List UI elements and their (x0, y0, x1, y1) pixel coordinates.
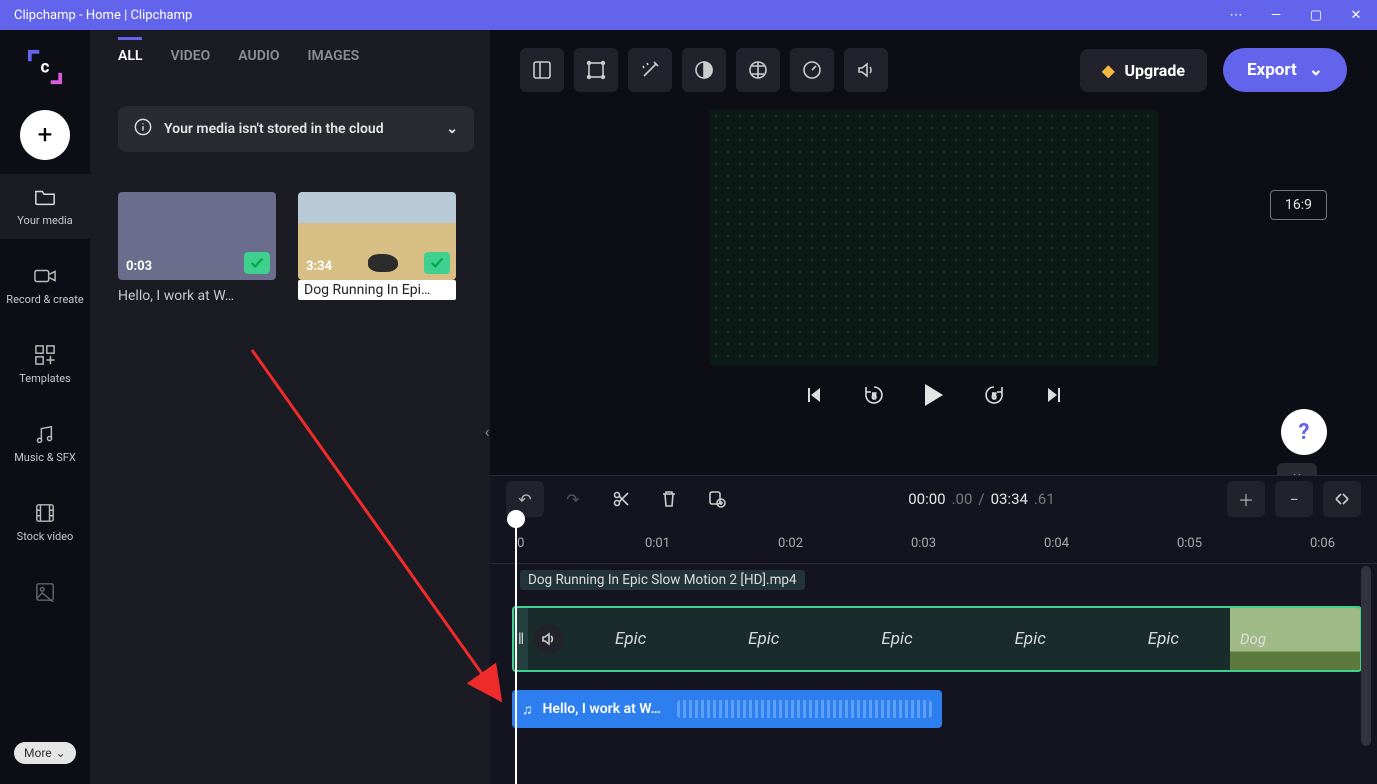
rail-label: Templates (19, 372, 70, 385)
timeline-ruler[interactable]: 0 0:01 0:02 0:03 0:04 0:05 0:06 (490, 522, 1377, 564)
chevron-down-icon: ⌄ (446, 121, 458, 137)
clip-title: Dog Running In Epic Slow Motion 2 [HD].m… (520, 570, 805, 590)
audio-waveform (677, 700, 932, 718)
svg-text:5: 5 (871, 392, 876, 401)
upgrade-button[interactable]: ◆ Upgrade (1080, 49, 1207, 92)
check-icon (424, 252, 450, 274)
window-title: Clipchamp - Home | Clipchamp (14, 8, 192, 23)
tab-images[interactable]: IMAGES (308, 48, 360, 74)
more-label: More (24, 746, 52, 760)
image-icon (34, 581, 56, 603)
tab-all[interactable]: ALL (118, 37, 142, 74)
export-label: Export (1247, 60, 1297, 80)
audio-clip-label: Hello, I work at W… (543, 701, 661, 717)
playhead[interactable] (515, 516, 517, 784)
svg-text:c: c (41, 58, 50, 78)
diamond-icon: ◆ (1102, 61, 1114, 80)
aspect-ratio-button[interactable]: 16:9 (1270, 190, 1327, 220)
zoom-out-button[interactable]: − (1275, 481, 1313, 517)
info-icon (134, 118, 152, 140)
skip-start-button[interactable] (801, 382, 827, 408)
clip-body: EpicEpicEpicEpicEpic (564, 629, 1230, 649)
close-icon[interactable]: ✕ (1349, 8, 1363, 22)
rail-label: Your media (17, 214, 72, 227)
add-button[interactable]: + (20, 110, 70, 160)
rail-record[interactable]: Record & create (0, 253, 90, 318)
plus-icon: + (38, 120, 53, 150)
media-duration: 3:34 (306, 259, 332, 274)
media-label: Hello, I work at W… (118, 280, 276, 304)
tab-audio[interactable]: AUDIO (238, 48, 279, 74)
volume-tool[interactable] (844, 48, 888, 92)
music-note-icon: ♫ (522, 701, 533, 718)
media-duration: 0:03 (126, 259, 152, 274)
speed-tool[interactable] (790, 48, 834, 92)
film-icon (34, 502, 56, 524)
clip-mute-button[interactable] (534, 624, 564, 654)
check-icon (244, 252, 270, 274)
minimize-icon[interactable]: — (1269, 8, 1283, 22)
split-button[interactable] (602, 481, 640, 517)
rail-your-media[interactable]: Your media (0, 174, 90, 239)
camera-icon (34, 265, 56, 287)
forward-5-button[interactable]: 5 (981, 382, 1007, 408)
filters-tool[interactable] (736, 48, 780, 92)
media-label: Dog Running In Epi… (298, 280, 456, 300)
brand-logo: c (26, 48, 64, 86)
titlebar: Clipchamp - Home | Clipchamp ⋯ — ▢ ✕ (0, 0, 1377, 30)
media-item[interactable]: 3:34 Dog Running In Epi… (298, 192, 456, 304)
export-button[interactable]: Export ⌄ (1223, 48, 1347, 92)
folder-icon (34, 186, 56, 208)
help-button[interactable]: ? (1281, 409, 1327, 455)
left-rail: c + Your media Record & create Templates… (0, 30, 90, 784)
magic-tool[interactable] (628, 48, 672, 92)
svg-text:5: 5 (991, 392, 996, 401)
more-button[interactable]: More ⌄ (14, 742, 76, 764)
redo-button[interactable]: ↷ (554, 481, 592, 517)
rail-extra[interactable] (0, 569, 90, 615)
music-icon (34, 423, 56, 445)
duplicate-button[interactable] (698, 481, 736, 517)
rail-stock[interactable]: Stock video (0, 490, 90, 555)
audio-clip[interactable]: ♫ Hello, I work at W… (512, 690, 942, 728)
rail-label: Music & SFX (14, 451, 76, 464)
timeline-timecode: 00:00.00 / 03:34.61 (908, 490, 1055, 508)
question-icon: ? (1299, 420, 1310, 445)
play-button[interactable] (921, 382, 947, 408)
media-thumbnail: 3:34 (298, 192, 456, 280)
media-thumbnail: 0:03 (118, 192, 276, 280)
zoom-in-button[interactable]: ＋ (1227, 481, 1265, 517)
rail-templates[interactable]: Templates (0, 332, 90, 397)
video-preview[interactable] (710, 110, 1158, 366)
fit-button[interactable] (1323, 481, 1361, 517)
media-panel: ALL VIDEO AUDIO IMAGES Your media isn't … (90, 30, 490, 784)
cloud-info-bar[interactable]: Your media isn't stored in the cloud ⌄ (118, 106, 474, 152)
layout-tool[interactable] (520, 48, 564, 92)
timeline: ↶ ↷ 00:00.00 / 03:34.61 ＋ − 0 0:01 0:02 … (490, 475, 1377, 784)
preview-area: ◆ Upgrade Export ⌄ 16:9 5 5 ? ⌄ (490, 30, 1377, 475)
contrast-tool[interactable] (682, 48, 726, 92)
skip-end-button[interactable] (1041, 382, 1067, 408)
rail-label: Stock video (17, 530, 74, 543)
media-item[interactable]: 0:03 Hello, I work at W… (118, 192, 276, 304)
maximize-icon[interactable]: ▢ (1309, 8, 1323, 22)
info-text: Your media isn't stored in the cloud (164, 121, 384, 137)
upgrade-label: Upgrade (1124, 61, 1185, 80)
crop-tool[interactable] (574, 48, 618, 92)
tab-video[interactable]: VIDEO (170, 48, 210, 74)
clip-thumbnail: Dog (1230, 608, 1360, 670)
video-clip[interactable]: ‖ EpicEpicEpicEpicEpic Dog (512, 606, 1362, 672)
grid-icon (34, 344, 56, 366)
rail-music[interactable]: Music & SFX (0, 411, 90, 476)
chevron-down-icon: ⌄ (1309, 60, 1323, 80)
rail-label: Record & create (6, 293, 83, 306)
delete-button[interactable] (650, 481, 688, 517)
ellipsis-icon[interactable]: ⋯ (1229, 8, 1243, 22)
chevron-down-icon: ⌄ (56, 746, 66, 760)
rewind-5-button[interactable]: 5 (861, 382, 887, 408)
timeline-scrollbar[interactable] (1361, 566, 1371, 746)
media-tabs: ALL VIDEO AUDIO IMAGES (118, 48, 474, 86)
